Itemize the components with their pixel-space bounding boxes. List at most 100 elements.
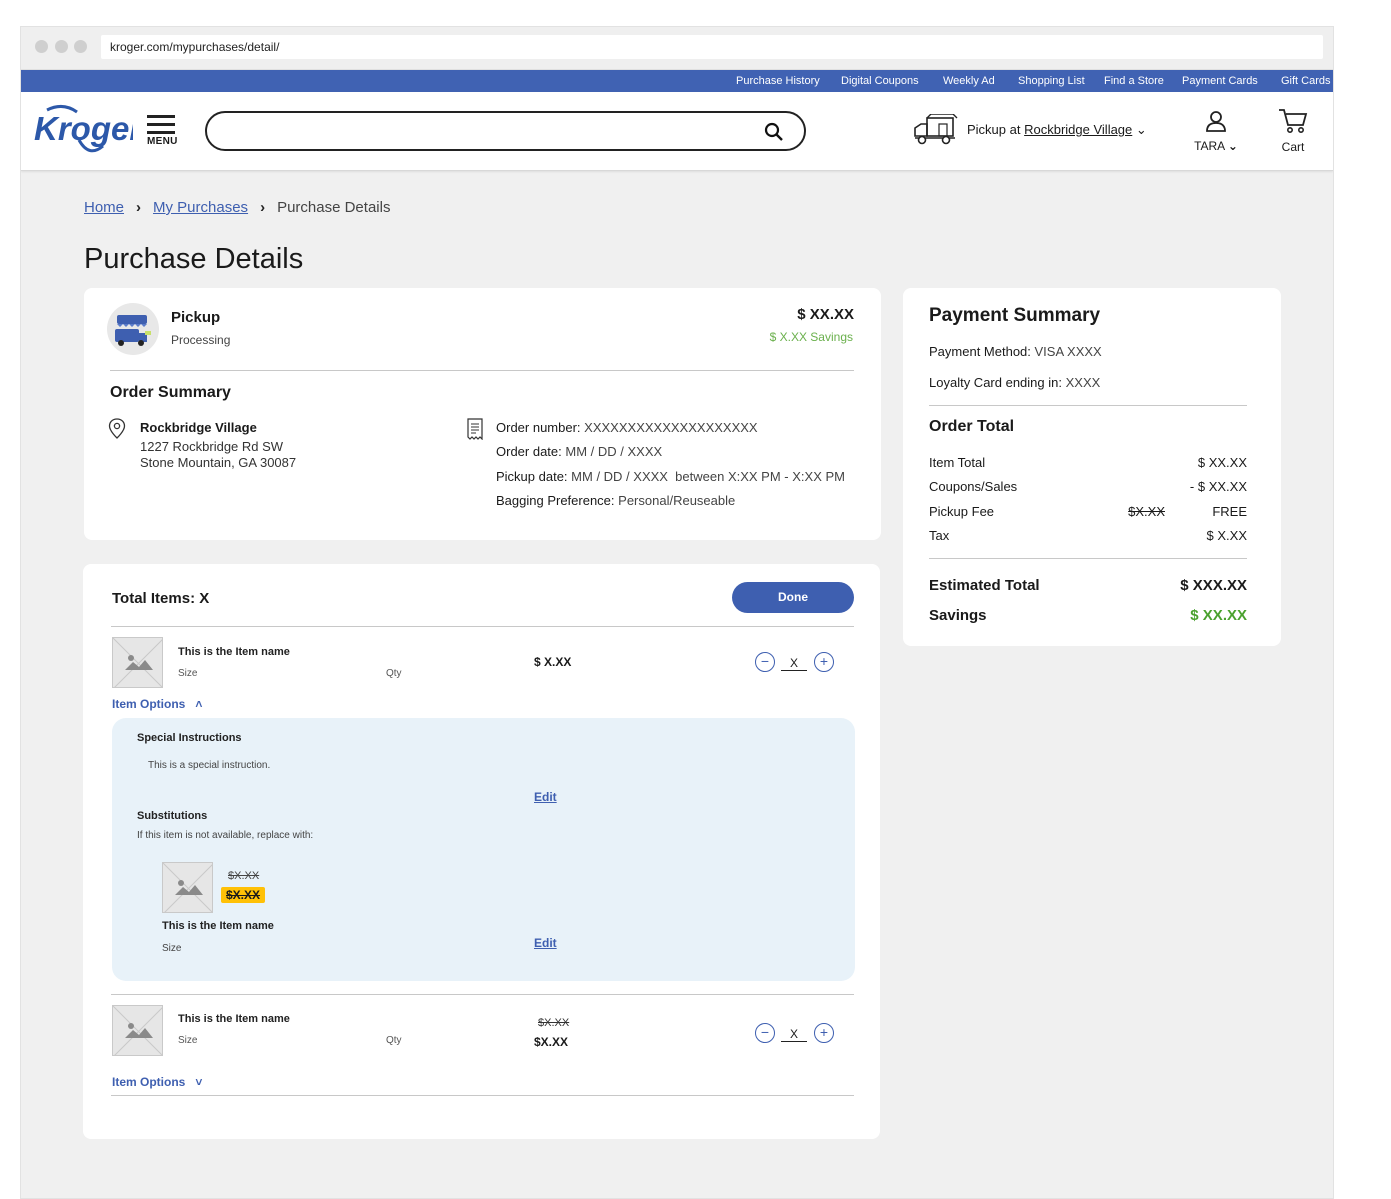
nav-find-a-store[interactable]: Find a Store bbox=[1104, 70, 1164, 92]
item-size: Size bbox=[178, 1035, 198, 1046]
item-qty-label: Qty bbox=[386, 668, 402, 679]
item-qty-label: Qty bbox=[386, 1035, 402, 1046]
coupons-row: Coupons/Sales - $ XX.XX bbox=[929, 479, 1247, 494]
divider bbox=[111, 626, 854, 627]
store-address-line1: 1227 Rockbridge Rd SW bbox=[140, 439, 284, 454]
edit-substitution-link[interactable]: Edit bbox=[534, 936, 557, 950]
divider bbox=[111, 994, 854, 995]
svg-text:Kroger: Kroger bbox=[34, 110, 133, 147]
substitute-item-image bbox=[162, 862, 213, 913]
site-header: Kroger MENU Pickup at Rockbridge Village… bbox=[21, 92, 1333, 171]
account-name: TARA bbox=[1194, 139, 1225, 153]
item-image bbox=[112, 637, 163, 688]
savings-row: Savings $ XX.XX bbox=[929, 607, 1247, 624]
pickup-store-name[interactable]: Rockbridge Village bbox=[1024, 122, 1132, 137]
substitutions-text: If this item is not available, replace w… bbox=[137, 830, 314, 841]
browser-chrome: kroger.com/mypurchases/detail/ bbox=[21, 27, 1333, 70]
items-card: Total Items: X Done This is the Item nam… bbox=[83, 564, 880, 1139]
decrease-qty-button[interactable]: − bbox=[755, 652, 775, 672]
pickup-truck-icon bbox=[914, 114, 958, 145]
cart-label: Cart bbox=[1281, 140, 1305, 154]
account-menu[interactable]: TARA ⌄ bbox=[1191, 110, 1241, 153]
pickup-store-illustration bbox=[107, 303, 159, 355]
nav-digital-coupons[interactable]: Digital Coupons bbox=[841, 70, 919, 92]
location-pin-icon bbox=[108, 418, 126, 439]
menu-button[interactable]: MENU bbox=[147, 115, 179, 147]
increase-qty-button[interactable]: + bbox=[814, 1023, 834, 1043]
done-button[interactable]: Done bbox=[732, 582, 854, 613]
chevron-down-icon: ˅ bbox=[195, 1075, 203, 1089]
order-summary-card: Pickup Processing $ XX.XX $ X.XX Savings… bbox=[84, 288, 881, 540]
substitutions-title: Substitutions bbox=[137, 810, 208, 822]
chevron-down-icon: ⌄ bbox=[1135, 122, 1147, 137]
window-maximize-dot[interactable] bbox=[74, 40, 87, 53]
qty-value[interactable]: X bbox=[781, 1027, 807, 1042]
order-number: Order number: XXXXXXXXXXXXXXXXXXXX bbox=[496, 420, 758, 435]
store-address-line2: Stone Mountain, GA 30087 bbox=[140, 455, 297, 470]
nav-shopping-list[interactable]: Shopping List bbox=[1018, 70, 1085, 92]
store-name: Rockbridge Village bbox=[140, 420, 257, 435]
pickup-fee-row: Pickup Fee $X.XX FREE bbox=[929, 504, 1247, 519]
increase-qty-button[interactable]: + bbox=[814, 652, 834, 672]
pickup-date: Pickup date: MM / DD / XXXX between X:XX… bbox=[496, 469, 845, 484]
decrease-qty-button[interactable]: − bbox=[755, 1023, 775, 1043]
item-options-panel: Special Instructions This is a special i… bbox=[112, 718, 855, 981]
item-price: $ X.XX bbox=[534, 655, 572, 669]
payment-method: Payment Method: VISA XXXX bbox=[929, 344, 1102, 359]
pickup-store-label[interactable]: Pickup at Rockbridge Village ⌄ bbox=[967, 122, 1147, 138]
bagging-preference: Bagging Preference: Personal/Reuseable bbox=[496, 493, 736, 508]
pickup-store-selector[interactable]: Pickup at Rockbridge Village ⌄ bbox=[913, 112, 1153, 148]
item-total-row: Item Total $ XX.XX bbox=[929, 455, 1247, 470]
menu-label: MENU bbox=[147, 136, 178, 147]
search-input[interactable] bbox=[205, 111, 806, 151]
chevron-right-icon: › bbox=[260, 199, 266, 216]
payment-summary-title: Payment Summary bbox=[929, 305, 1101, 326]
substitute-item-name: This is the Item name bbox=[162, 920, 274, 932]
nav-weekly-ad[interactable]: Weekly Ad bbox=[943, 70, 995, 92]
user-icon bbox=[1206, 111, 1226, 132]
item-image bbox=[112, 1005, 163, 1056]
receipt-icon bbox=[467, 418, 483, 440]
special-instructions-title: Special Instructions bbox=[137, 732, 242, 744]
window-minimize-dot[interactable] bbox=[55, 40, 68, 53]
order-summary-title: Order Summary bbox=[110, 384, 231, 401]
item-size: Size bbox=[178, 668, 198, 679]
loyalty-card: Loyalty Card ending in: XXXX bbox=[929, 375, 1101, 390]
pickup-prefix: Pickup at bbox=[967, 122, 1021, 137]
url-bar[interactable]: kroger.com/mypurchases/detail/ bbox=[101, 35, 1323, 59]
total-items: Total Items: X bbox=[112, 590, 210, 607]
edit-instructions-link[interactable]: Edit bbox=[534, 790, 557, 804]
item-options-toggle[interactable]: Item Options ˅ bbox=[112, 1075, 202, 1089]
breadcrumb-my-purchases[interactable]: My Purchases bbox=[153, 199, 248, 216]
divider bbox=[111, 1095, 854, 1096]
item-options-toggle[interactable]: Item Options ˄ bbox=[112, 697, 202, 711]
order-savings: $ X.XX Savings bbox=[769, 330, 853, 344]
tax-row: Tax $ X.XX bbox=[929, 528, 1247, 543]
item-old-price: $X.XX bbox=[538, 1017, 570, 1029]
item-name: This is the Item name bbox=[178, 1013, 290, 1025]
breadcrumb-home[interactable]: Home bbox=[84, 199, 124, 216]
chevron-up-icon: ˄ bbox=[195, 697, 203, 711]
nav-purchase-history[interactable]: Purchase History bbox=[736, 70, 820, 92]
page-title: Purchase Details bbox=[84, 243, 304, 275]
order-date: Order date: MM / DD / XXXX bbox=[496, 444, 663, 459]
divider bbox=[929, 405, 1247, 406]
item-name: This is the Item name bbox=[178, 646, 290, 658]
breadcrumb: Home › My Purchases › Purchase Details bbox=[84, 199, 390, 216]
chevron-down-icon: ⌄ bbox=[1227, 139, 1238, 153]
top-utility-nav: Purchase History Digital Coupons Weekly … bbox=[21, 70, 1333, 92]
divider bbox=[110, 370, 854, 371]
breadcrumb-current: Purchase Details bbox=[277, 199, 391, 216]
item-price: $X.XX bbox=[534, 1035, 569, 1049]
order-status: Processing bbox=[171, 333, 231, 347]
qty-value[interactable]: X bbox=[781, 656, 807, 671]
order-type: Pickup bbox=[171, 309, 221, 326]
kroger-logo[interactable]: Kroger bbox=[33, 100, 133, 160]
nav-gift-cards[interactable]: Gift Cards bbox=[1281, 70, 1331, 92]
browser-window: kroger.com/mypurchases/detail/ Purchase … bbox=[20, 26, 1334, 1199]
window-close-dot[interactable] bbox=[35, 40, 48, 53]
cart-button[interactable]: Cart bbox=[1273, 108, 1313, 154]
search-icon[interactable] bbox=[764, 122, 784, 142]
cart-icon bbox=[1279, 109, 1308, 133]
nav-payment-cards[interactable]: Payment Cards bbox=[1182, 70, 1258, 92]
